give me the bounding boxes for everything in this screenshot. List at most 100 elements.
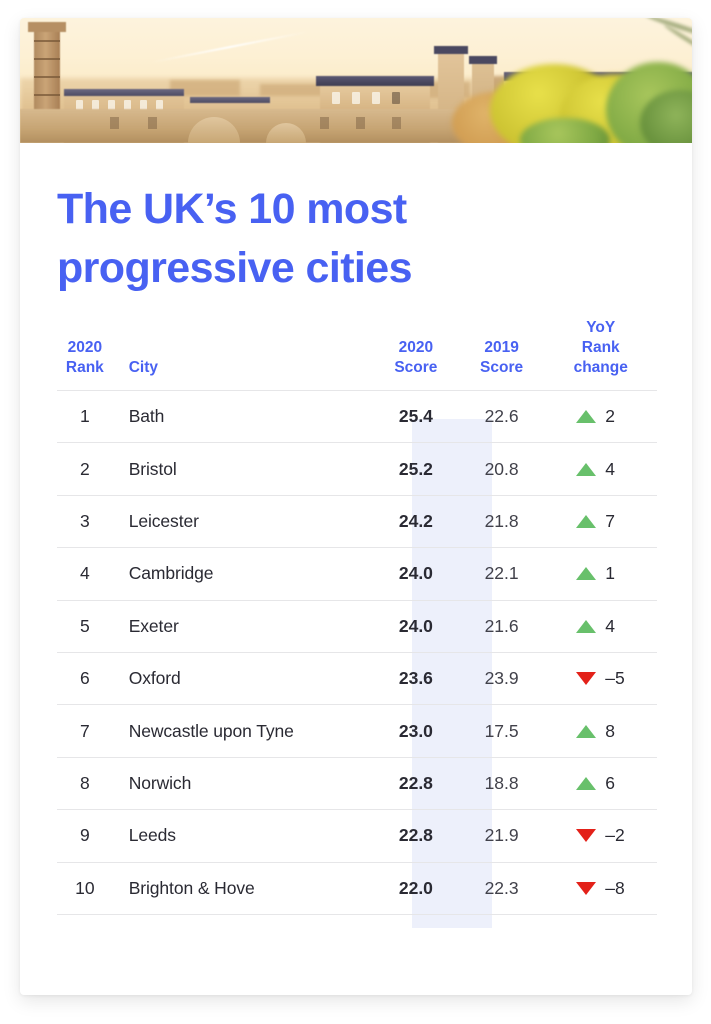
cell-score-2019: 23.9 [484,668,519,689]
cell-city: Oxford [128,668,181,689]
table-row: 8 Norwich 22.8 18.8 6 [57,757,657,809]
column-header-score-2019: 2019 Score [480,339,524,376]
cell-yoy-change: –2 [544,810,657,862]
cell-rank: 10 [75,877,95,898]
building-roof [64,89,184,96]
yoy-change-value: –8 [605,877,625,898]
cell-city: Bristol [128,458,177,479]
cell-score-2020: 23.0 [398,720,433,741]
yoy-change-value: –2 [605,825,625,846]
table-row: 2 Bristol 25.2 20.8 4 [57,442,657,495]
cell-score-2020: 22.8 [398,772,433,793]
tower-slat [34,76,60,78]
window [392,92,400,104]
window [332,92,340,104]
cell-score-2019: 21.9 [484,825,519,846]
table-row: 6 Oxford 23.6 23.9 –5 [57,652,657,704]
cell-city: Leeds [128,825,176,846]
cell-city: Leicester [128,510,199,531]
cell-score-2019: 22.1 [484,563,519,584]
cell-yoy-change: 4 [544,600,657,652]
cell-city: Exeter [128,615,179,636]
table-row: 5 Exeter 24.0 21.6 4 [57,600,657,652]
triangle-up-icon [576,462,597,476]
triangle-up-icon [576,567,597,581]
triangle-up-icon [576,724,597,738]
triangle-up-icon [576,776,597,790]
table-row: 4 Cambridge 24.0 22.1 1 [57,547,657,600]
cell-yoy-change: 4 [544,443,657,495]
cell-rank: 6 [79,668,90,689]
yoy-change-value: 2 [605,406,615,427]
cell-score-2020: 24.0 [398,563,433,584]
window [352,92,360,104]
cell-rank: 4 [79,563,90,584]
cell-score-2020: 24.0 [398,615,433,636]
cell-rank: 7 [79,720,90,741]
cell-score-2019: 22.6 [484,406,519,427]
triangle-down-icon [576,881,597,895]
cell-score-2019: 20.8 [484,458,519,479]
cell-yoy-change: 2 [544,391,657,443]
yoy-change-value: 8 [605,720,615,741]
wall-notch [356,117,365,129]
cell-score-2019: 17.5 [484,720,519,741]
yoy-change-value: 4 [605,615,615,636]
cell-rank: 8 [79,772,90,793]
chimney-cap [469,56,497,64]
column-header-yoy-change: YoY Rank change [573,319,628,376]
table-header-row: 2020 Rank City 2020 Score 2019 Score YoY… [57,318,657,391]
cell-yoy-change: –8 [544,862,657,914]
cell-score-2020: 25.4 [398,406,433,427]
cell-rank: 2 [79,458,90,479]
cell-city: Bath [128,406,165,427]
column-header-rank: 2020 Rank [65,339,104,376]
table-row: 3 Leicester 24.2 21.8 7 [57,495,657,547]
triangle-down-icon [576,672,597,686]
rankings-table: 2020 Rank City 2020 Score 2019 Score YoY… [57,318,657,915]
triangle-down-icon [576,829,597,843]
tower-slat [34,94,60,96]
cell-rank: 9 [79,825,90,846]
cell-city: Newcastle upon Tyne [128,720,294,741]
cell-score-2019: 21.6 [484,615,519,636]
table-header: 2020 Rank City 2020 Score 2019 Score YoY… [57,318,657,391]
cell-score-2020: 23.6 [398,668,433,689]
cell-score-2020: 22.8 [398,825,433,846]
rankings-table-wrapper: 2020 Rank City 2020 Score 2019 Score YoY… [57,318,657,928]
triangle-up-icon [576,514,597,528]
hero-image [20,18,692,143]
cell-yoy-change: –5 [544,652,657,704]
wall-notch [110,117,119,129]
infographic-card: The UK’s 10 most progressive cities 2020… [20,18,692,995]
wall-notch [148,117,157,129]
table-row: 7 Newcastle upon Tyne 23.0 17.5 8 [57,704,657,757]
cell-yoy-change: 8 [544,705,657,757]
column-header-score-2020: 2020 Score [394,339,438,376]
cell-rank: 1 [79,406,90,427]
wall-notch [320,117,329,129]
triangle-up-icon [576,410,597,424]
page-title: The UK’s 10 most progressive cities [57,185,412,292]
table-row: 10 Brighton & Hove 22.0 22.3 –8 [57,862,657,915]
table-body: 1 Bath 25.4 22.6 2 2 Bristol 25.2 20.8 4 3 Leiceste… [57,390,657,915]
contrail [151,30,309,64]
wall-notch [392,117,401,129]
chimney-cap [434,46,468,54]
cell-yoy-change: 1 [544,548,657,600]
window [372,92,380,104]
yoy-change-value: 1 [605,563,615,584]
building-roof [316,76,434,86]
cell-city: Cambridge [128,563,214,584]
table-row: 9 Leeds 22.8 21.9 –2 [57,809,657,862]
yoy-change-value: 7 [605,510,615,531]
cell-score-2019: 21.8 [484,510,519,531]
cell-score-2020: 24.2 [398,510,433,531]
cell-yoy-change: 6 [544,757,657,809]
cell-score-2019: 18.8 [484,772,519,793]
tower-slat [34,58,60,60]
table-row: 1 Bath 25.4 22.6 2 [57,390,657,443]
cell-rank: 5 [79,615,90,636]
cell-city: Norwich [128,772,192,793]
cell-rank: 3 [79,510,90,531]
